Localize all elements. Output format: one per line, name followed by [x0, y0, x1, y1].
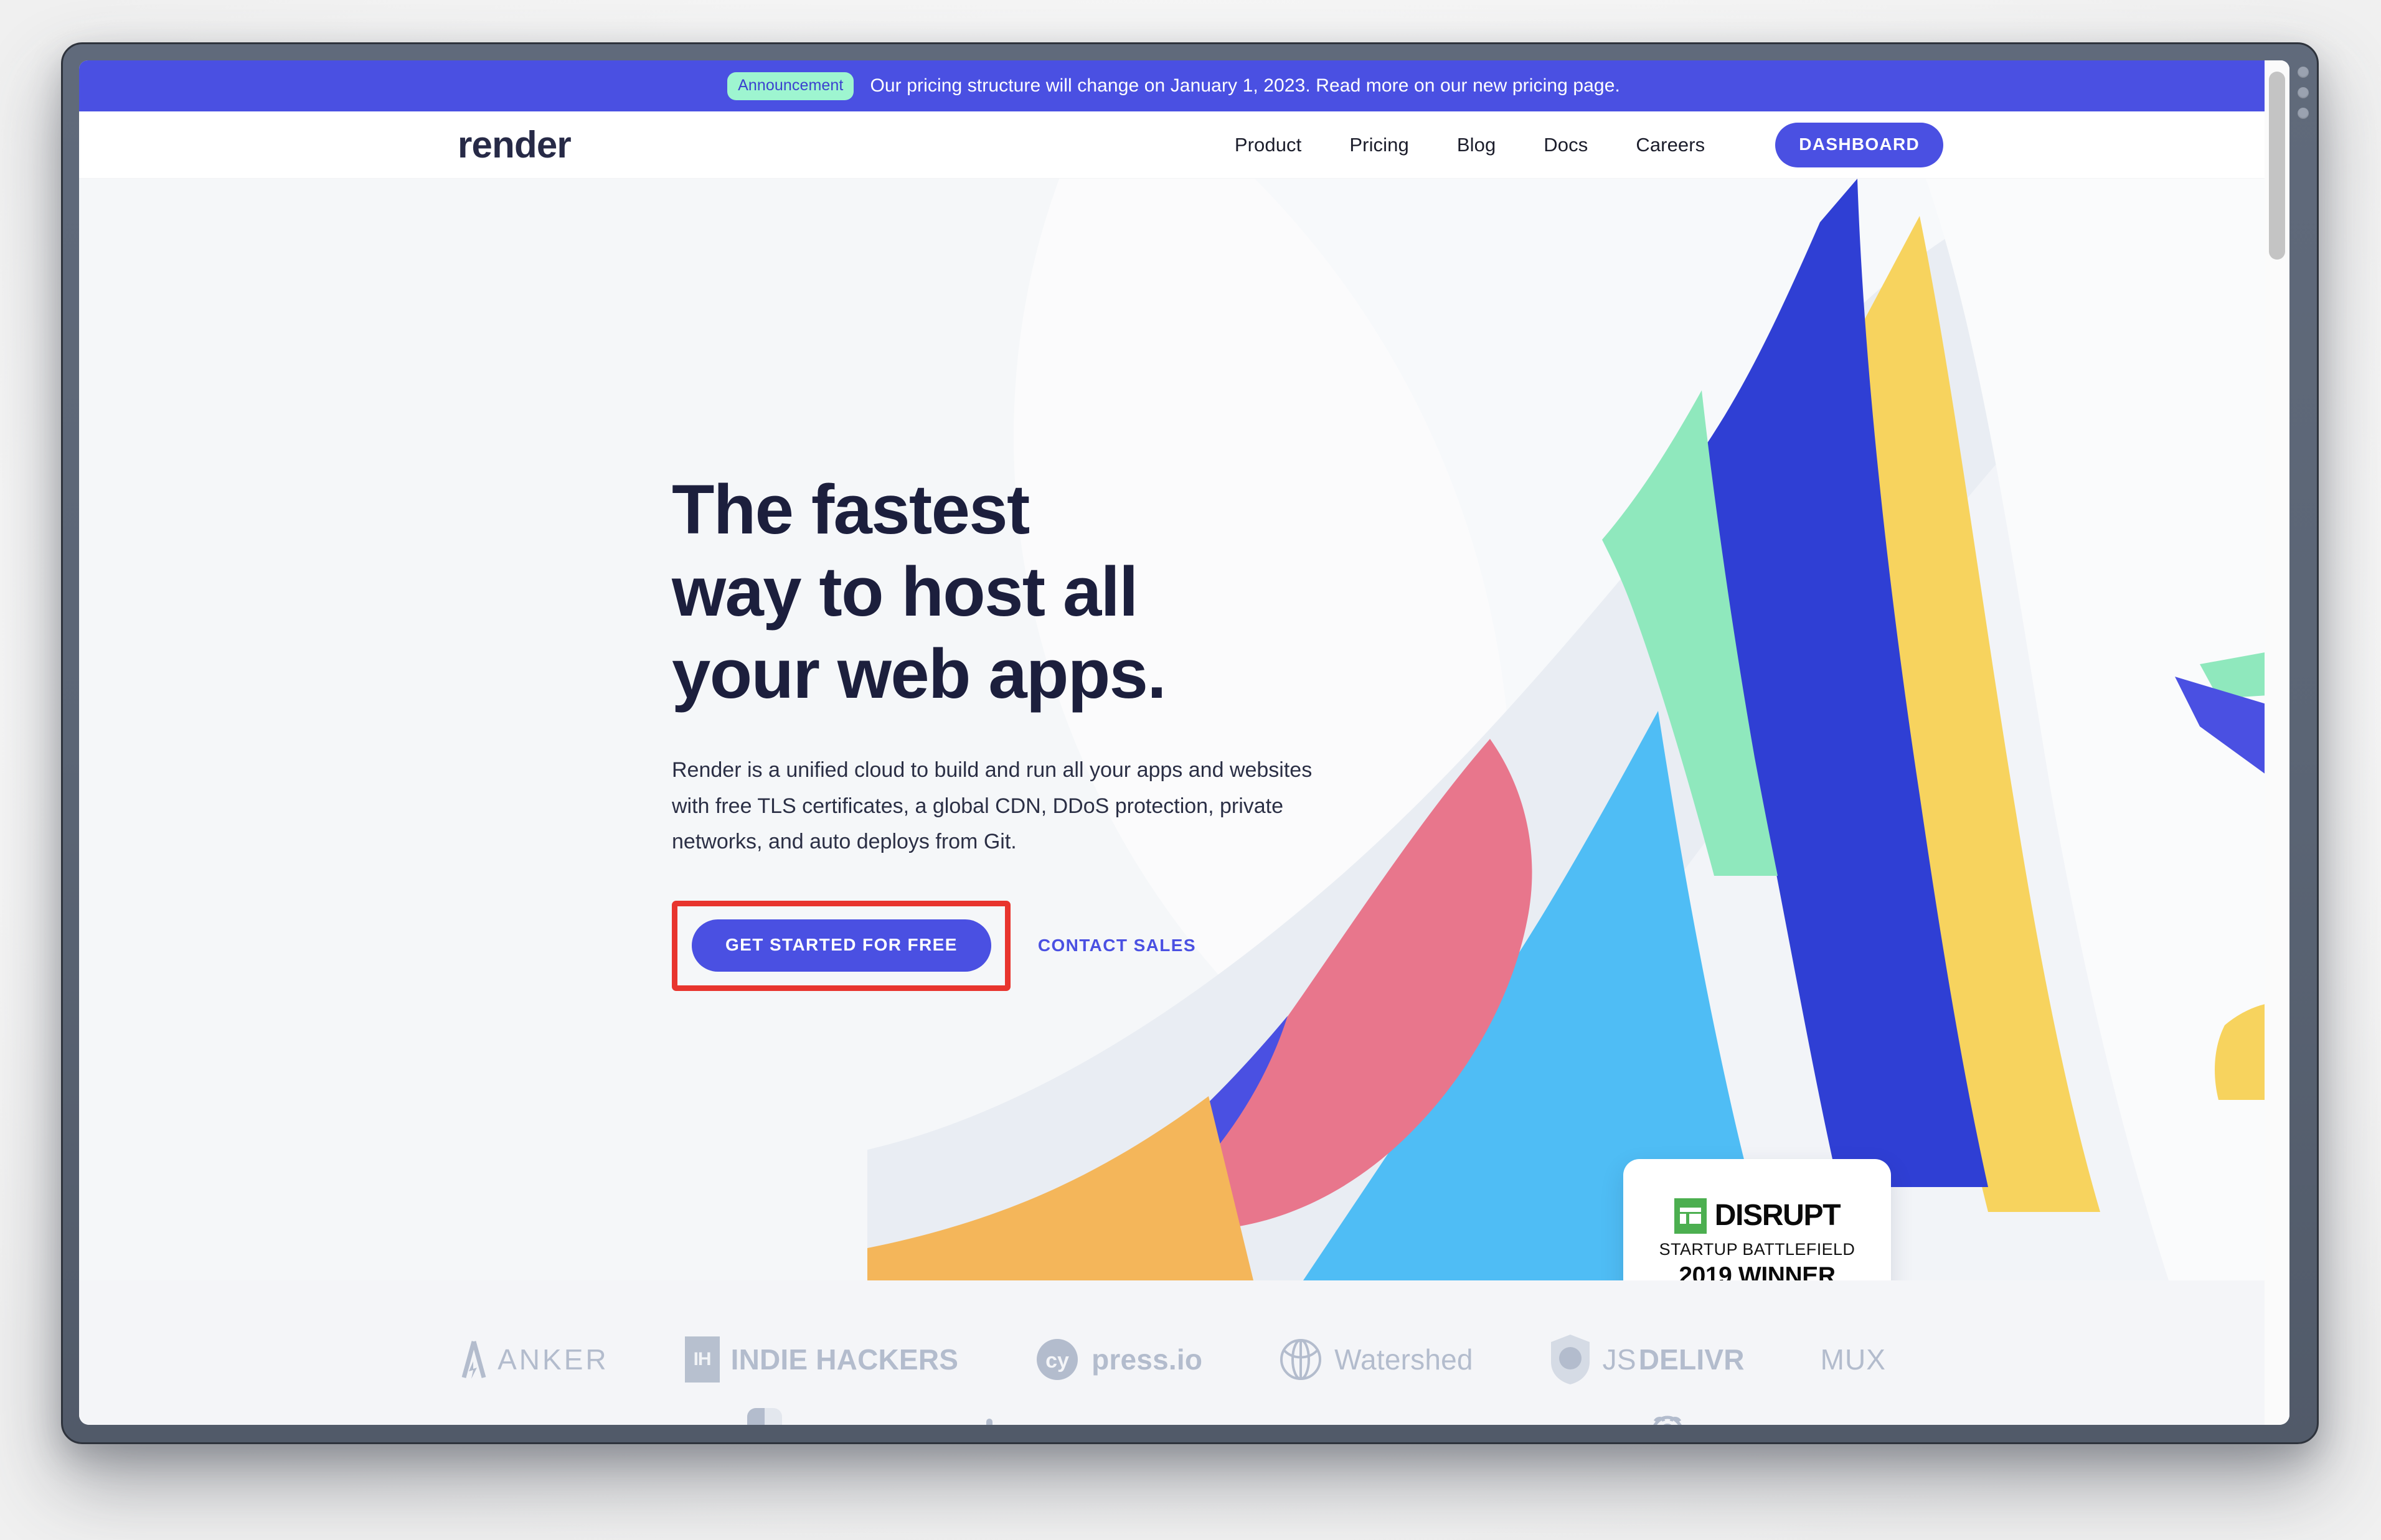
logo-cypress-text: press.io [1091, 1343, 1203, 1376]
hero-subtitle: Render is a unified cloud to build and r… [672, 758, 1313, 853]
disrupt-brand-row: DISRUPT [1674, 1198, 1841, 1234]
logo-anker-text: ANKER [497, 1343, 609, 1376]
techcrunch-disrupt-badge: DISRUPT STARTUP BATTLEFIELD 2019 WINNER [1623, 1159, 1891, 1280]
logo-99designs: 99designs [1263, 1399, 1404, 1425]
logo-bloomscape-text: bloomscape [516, 1424, 671, 1425]
logo-jsdelivr-prefix: JS [1602, 1343, 1636, 1376]
logo-indie-hackers-text: INDIE HACKERS [730, 1343, 959, 1376]
logo-sourcegraph-text: Sourcegraph [1021, 1424, 1187, 1425]
startup-battlefield-label: STARTUP BATTLEFIELD [1659, 1239, 1855, 1259]
get-started-for-free-button[interactable]: GET STARTED FOR FREE [692, 919, 991, 972]
nav-item-pricing[interactable]: Pricing [1349, 134, 1408, 156]
indie-hackers-icon-text: IH [693, 1349, 712, 1369]
logo-cypress: cy press.io [1034, 1320, 1202, 1399]
side-button-dot [2298, 87, 2309, 98]
nav-item-careers[interactable]: Careers [1636, 134, 1705, 156]
render-logo[interactable]: render [458, 126, 572, 164]
cypress-circle-icon: cy [1037, 1339, 1078, 1380]
side-button-dot [2298, 108, 2309, 119]
cta-highlight-box: GET STARTED FOR FREE [672, 900, 1011, 991]
logo-indie-hackers: IH INDIE HACKERS [684, 1320, 959, 1399]
browser-window-frame: Announcement Our pricing structure will … [61, 42, 2319, 1444]
nav-links: Product Pricing Blog Docs Careers DASHBO… [1235, 122, 1943, 167]
watershed-globe-icon [1280, 1339, 1322, 1380]
side-button-dot [2298, 67, 2309, 78]
logo-watershed-text: Watershed [1334, 1343, 1473, 1376]
indie-hackers-icon: IH [684, 1336, 720, 1383]
logo-jsdelivr: JS DELIVR [1549, 1320, 1745, 1399]
logo-jsdelivr-text: DELIVR [1638, 1343, 1745, 1376]
hero-cta-row: GET STARTED FOR FREE CONTACT SALES [672, 900, 1357, 991]
browser-viewport: Announcement Our pricing structure will … [79, 60, 2289, 1425]
techcrunch-logo-icon [1674, 1198, 1707, 1234]
site-navbar: render Product Pricing Blog Docs Careers… [79, 111, 2268, 179]
logo-99designs-text: 99designs [1263, 1424, 1404, 1425]
logo-watershed: Watershed [1278, 1320, 1473, 1399]
desktop-backdrop: Announcement Our pricing structure will … [0, 0, 2381, 1540]
sourcegraph-asterisk-icon [986, 1419, 993, 1425]
nav-item-product[interactable]: Product [1235, 134, 1302, 156]
announcement-badge: Announcement [727, 72, 854, 100]
nav-item-blog[interactable]: Blog [1457, 134, 1496, 156]
logo-timescale-text: Timescale [1701, 1424, 1832, 1425]
jsdelivr-shield-icon [1550, 1335, 1590, 1384]
logo-mux-text: MUX [1820, 1343, 1886, 1376]
logo-row-2: bloomscape Clearbit [79, 1399, 2268, 1425]
logo-near: NEAR [1480, 1399, 1570, 1425]
clearbit-icon [747, 1408, 782, 1425]
logo-clearbit-text: Clearbit [793, 1424, 893, 1425]
logo-near-text: NEAR [1480, 1424, 1570, 1425]
winner-year-label: 2019 WINNER [1679, 1262, 1836, 1281]
disrupt-wordmark: DISRUPT [1714, 1199, 1841, 1232]
customer-logos-section: ANKER IH INDIE HACKERS cy press.io Water… [79, 1280, 2268, 1425]
anker-bolt-icon [461, 1341, 486, 1379]
page-content: Announcement Our pricing structure will … [79, 60, 2268, 1425]
contact-sales-link[interactable]: CONTACT SALES [1038, 936, 1196, 955]
hero-title: The fastest way to host all your web app… [672, 469, 1357, 715]
svg-text:cy: cy [1045, 1349, 1069, 1373]
logo-timescale: Timescale [1645, 1399, 1832, 1425]
logo-row-1: ANKER IH INDIE HACKERS cy press.io Water… [79, 1320, 2268, 1399]
dashboard-button[interactable]: DASHBOARD [1775, 122, 1943, 167]
logo-sourcegraph: Sourcegraph [969, 1399, 1187, 1425]
hero-title-line-1: The fastest [672, 471, 1030, 548]
timescale-tiger-icon [1653, 1416, 1682, 1425]
announcement-message[interactable]: Our pricing structure will change on Jan… [870, 75, 1620, 96]
hero-section: The fastest way to host all your web app… [79, 179, 2268, 1280]
logo-clearbit: Clearbit [747, 1399, 893, 1425]
vertical-scrollbar-track[interactable] [2265, 60, 2289, 1425]
hero-title-line-2: way to host all [672, 553, 1138, 631]
hero-title-line-3: your web apps. [672, 635, 1166, 713]
announcement-bar[interactable]: Announcement Our pricing structure will … [79, 60, 2268, 111]
logo-anker: ANKER [461, 1320, 608, 1399]
hero-copy: The fastest way to host all your web app… [672, 469, 1357, 991]
vertical-scrollbar-thumb[interactable] [2269, 72, 2285, 260]
logo-bloomscape: bloomscape [516, 1399, 671, 1425]
device-side-buttons [2298, 67, 2309, 119]
nav-item-docs[interactable]: Docs [1544, 134, 1588, 156]
logo-mux: MUX [1821, 1320, 1886, 1399]
